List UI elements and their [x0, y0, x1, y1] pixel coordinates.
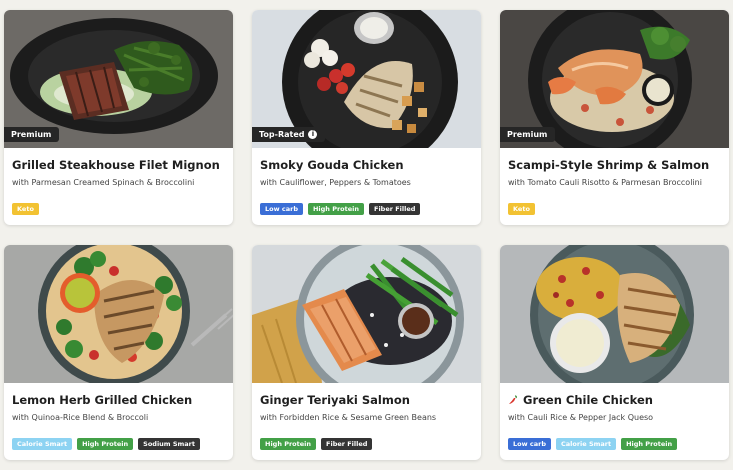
meal-photo[interactable] — [500, 245, 729, 383]
meal-description: with Tomato Cauli Risotto & Parmesan Bro… — [508, 178, 702, 187]
high-protein-tag: High Protein — [77, 438, 134, 450]
high-protein-tag: High Protein — [260, 438, 317, 450]
meal-card[interactable]: Lemon Herb Grilled Chicken with Quinoa-R… — [4, 245, 233, 460]
meal-title[interactable]: Grilled Steakhouse Filet Mignon — [12, 158, 233, 172]
sodium-smart-tag: Sodium Smart — [138, 438, 200, 450]
badge-label: Top-Rated — [259, 130, 305, 139]
meal-photo[interactable]: Premium — [4, 10, 233, 148]
meal-photo[interactable]: Premium — [500, 10, 729, 148]
tag-list: Keto — [508, 203, 535, 215]
meal-card[interactable]: Green Chile Chicken with Cauli Rice & Pe… — [500, 245, 729, 460]
meal-description: with Cauliflower, Peppers & Tomatoes — [260, 178, 411, 187]
tag-list: High Protein Fiber Filled — [260, 438, 373, 450]
badge-label: Premium — [507, 130, 548, 139]
info-icon[interactable]: i — [308, 130, 318, 139]
meal-card[interactable]: Ginger Teriyaki Salmon with Forbidden Ri… — [252, 245, 481, 460]
meal-description: with Quinoa-Rice Blend & Broccoli — [12, 413, 149, 422]
meal-photo[interactable] — [4, 245, 233, 383]
high-protein-tag: High Protein — [621, 438, 678, 450]
keto-tag: Keto — [12, 203, 39, 215]
premium-badge: Premium — [4, 127, 60, 142]
meal-card[interactable]: Top-Rated i Smoky Gouda Chicken with Cau… — [252, 10, 481, 225]
meal-title[interactable]: Lemon Herb Grilled Chicken — [12, 393, 233, 407]
top-rated-badge[interactable]: Top-Rated i — [252, 127, 326, 142]
meal-title[interactable]: Ginger Teriyaki Salmon — [260, 393, 481, 407]
chili-pepper-icon — [509, 395, 517, 404]
fiber-filled-tag: Fiber Filled — [369, 203, 421, 215]
meal-name[interactable]: Scampi-Style Shrimp & Salmon — [508, 158, 709, 172]
meal-title[interactable]: Green Chile Chicken — [508, 393, 729, 407]
meal-photo[interactable] — [252, 245, 481, 383]
calorie-smart-tag: Calorie Smart — [12, 438, 73, 450]
meal-card[interactable]: Premium Grilled Steakhouse Filet Mignon … — [4, 10, 233, 225]
low-carb-tag: Low carb — [508, 438, 551, 450]
meal-description: with Parmesan Creamed Spinach & Broccoli… — [12, 178, 195, 187]
meal-name[interactable]: Lemon Herb Grilled Chicken — [12, 393, 192, 407]
meal-name[interactable]: Grilled Steakhouse Filet Mignon — [12, 158, 220, 172]
premium-badge: Premium — [500, 127, 556, 142]
meal-name[interactable]: Ginger Teriyaki Salmon — [260, 393, 410, 407]
low-carb-tag: Low carb — [260, 203, 303, 215]
meal-title[interactable]: Smoky Gouda Chicken — [260, 158, 481, 172]
meal-description: with Cauli Rice & Pepper Jack Queso — [508, 413, 654, 422]
meal-card[interactable]: Premium Scampi-Style Shrimp & Salmon wit… — [500, 10, 729, 225]
tag-list: Low carb Calorie Smart High Protein — [508, 438, 678, 450]
keto-tag: Keto — [508, 203, 535, 215]
tag-list: Calorie Smart High Protein Sodium Smart — [12, 438, 200, 450]
tag-list: Keto — [12, 203, 39, 215]
meal-photo[interactable]: Top-Rated i — [252, 10, 481, 148]
meal-name[interactable]: Green Chile Chicken — [523, 393, 653, 407]
calorie-smart-tag: Calorie Smart — [555, 438, 617, 450]
tag-list: Low carb High Protein Fiber Filled — [260, 203, 421, 215]
fiber-filled-tag: Fiber Filled — [321, 438, 373, 450]
meal-title[interactable]: Scampi-Style Shrimp & Salmon — [508, 158, 729, 172]
high-protein-tag: High Protein — [307, 203, 365, 215]
badge-label: Premium — [11, 130, 52, 139]
meal-name[interactable]: Smoky Gouda Chicken — [260, 158, 404, 172]
meal-description: with Forbidden Rice & Sesame Green Beans — [260, 413, 437, 422]
